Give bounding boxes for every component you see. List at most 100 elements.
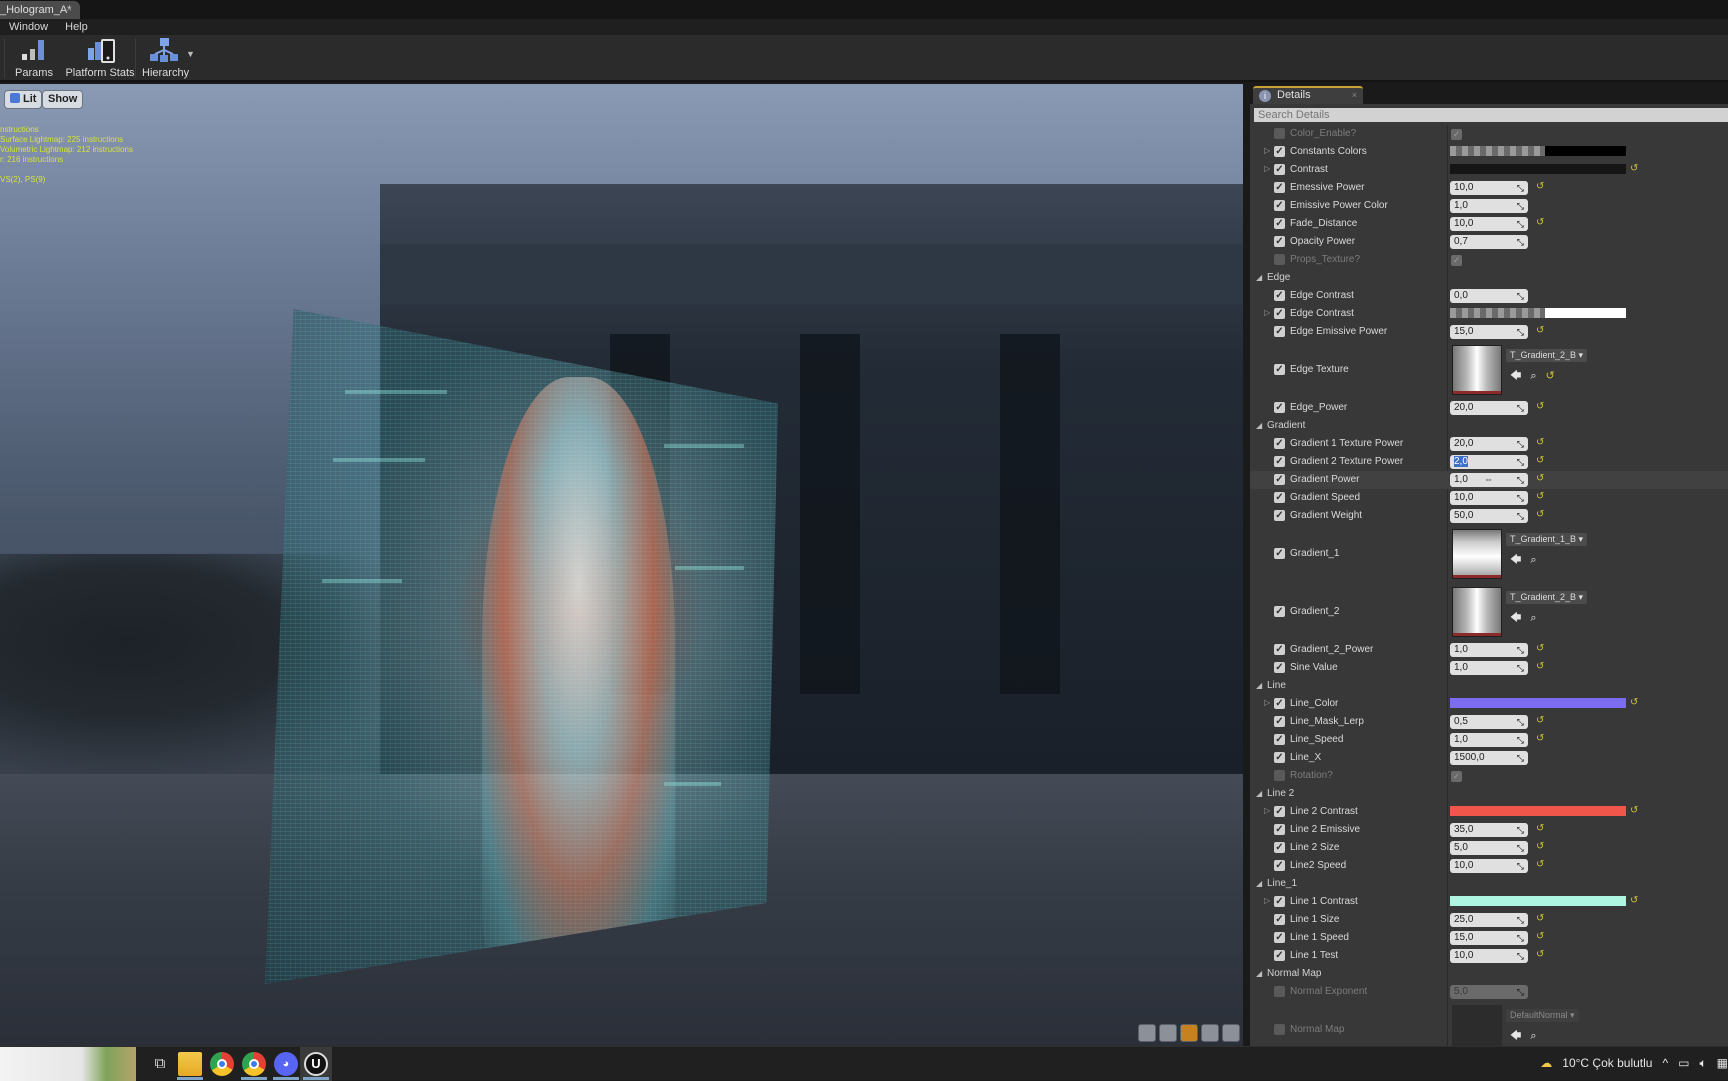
color-swatch[interactable] <box>1450 698 1626 708</box>
number-input[interactable]: 1,0 ⤡ <box>1450 733 1528 747</box>
preview-cube-icon[interactable] <box>1138 1024 1156 1042</box>
preview-plane-icon[interactable] <box>1180 1024 1198 1042</box>
use-selected-arrow-icon[interactable]: 🡄 <box>1510 612 1521 624</box>
expand-arrow-icon[interactable]: ▷ <box>1264 806 1270 815</box>
reset-to-default-icon[interactable]: ↺ <box>1536 733 1544 744</box>
reset-to-default-icon[interactable]: ↺ <box>1536 949 1544 960</box>
value-checkbox[interactable]: ✓ <box>1451 129 1462 140</box>
hierarchy-button[interactable]: Hierarchy <box>142 35 189 82</box>
reset-to-default-icon[interactable]: ↺ <box>1630 163 1638 174</box>
number-input[interactable]: 10,0 ⤡ <box>1450 859 1528 873</box>
file-explorer-icon[interactable] <box>178 1052 202 1076</box>
number-input[interactable]: 10,0 ⤡ <box>1450 181 1528 195</box>
number-input[interactable]: 1,0 ⇔ ⤡ <box>1450 473 1528 487</box>
override-checkbox[interactable]: ✓ <box>1274 644 1285 655</box>
reset-to-default-icon[interactable]: ↺ <box>1536 401 1544 412</box>
preview-box-icon[interactable] <box>1201 1024 1219 1042</box>
task-view-icon[interactable]: ⧉ <box>148 1052 172 1076</box>
number-input[interactable]: 10,0 ⤡ <box>1450 949 1528 963</box>
reset-to-default-icon[interactable]: ↺ <box>1630 895 1638 906</box>
number-input[interactable]: 1,0 ⤡ <box>1450 643 1528 657</box>
spin-drag-icon[interactable]: ⤡ <box>1517 510 1524 522</box>
preview-cylinder-icon[interactable] <box>1222 1024 1240 1042</box>
override-checkbox[interactable]: ✓ <box>1274 950 1285 961</box>
override-checkbox[interactable]: ✓ <box>1274 824 1285 835</box>
spin-drag-icon[interactable]: ⤡ <box>1517 492 1524 504</box>
lit-view-button[interactable]: Lit <box>4 90 43 109</box>
number-input[interactable]: 15,0 ⤡ <box>1450 325 1528 339</box>
chrome-icon[interactable] <box>242 1052 266 1076</box>
asset-picker-dropdown[interactable]: T_Gradient_2_B ▾ <box>1506 349 1588 362</box>
use-selected-arrow-icon[interactable]: 🡄 <box>1510 1030 1521 1042</box>
spin-drag-icon[interactable]: ⤡ <box>1517 950 1524 962</box>
reset-to-default-icon[interactable]: ↺ <box>1536 509 1544 520</box>
override-checkbox[interactable]: ✓ <box>1274 236 1285 247</box>
override-checkbox[interactable]: ✓ <box>1274 146 1285 157</box>
browse-search-icon[interactable]: ⌕ <box>1530 554 1536 566</box>
number-input[interactable]: 10,0 ⤡ <box>1450 217 1528 231</box>
override-checkbox[interactable]: ✓ <box>1274 842 1285 853</box>
category-line[interactable]: ◢ Line <box>1250 677 1728 695</box>
category-line-2[interactable]: ◢ Line 2 <box>1250 785 1728 803</box>
override-checkbox[interactable]: ✓ <box>1274 218 1285 229</box>
category-edge[interactable]: ◢ Edge <box>1250 269 1728 287</box>
spin-drag-icon[interactable]: ⤡ <box>1517 456 1524 468</box>
override-checkbox[interactable]: ✓ <box>1274 752 1285 763</box>
reset-to-default-icon[interactable]: ↺ <box>1546 370 1555 382</box>
chrome-icon[interactable] <box>210 1052 234 1076</box>
reset-to-default-icon[interactable]: ↺ <box>1536 913 1544 924</box>
reset-to-default-icon[interactable]: ↺ <box>1536 437 1544 448</box>
preview-sphere-icon[interactable] <box>1159 1024 1177 1042</box>
reset-to-default-icon[interactable]: ↺ <box>1536 325 1544 336</box>
color-swatch[interactable] <box>1450 806 1626 816</box>
battery-icon[interactable]: ▭ <box>1678 1056 1689 1070</box>
number-input[interactable]: 20,0 ⤡ <box>1450 437 1528 451</box>
search-details-input[interactable] <box>1254 108 1728 122</box>
volume-icon[interactable]: 🔈︎ <box>1699 1056 1706 1070</box>
override-checkbox[interactable]: ✓ <box>1274 438 1285 449</box>
number-input[interactable]: 50,0 ⤡ <box>1450 509 1528 523</box>
spin-drag-icon[interactable]: ⤡ <box>1517 182 1524 194</box>
spin-drag-icon[interactable]: ⤡ <box>1517 824 1524 836</box>
expand-arrow-icon[interactable]: ▷ <box>1264 698 1270 707</box>
show-button[interactable]: Show <box>42 90 84 109</box>
override-checkbox[interactable]: ✓ <box>1274 474 1285 485</box>
reset-to-default-icon[interactable]: ↺ <box>1536 473 1544 484</box>
reset-to-default-icon[interactable]: ↺ <box>1536 181 1544 192</box>
category-normal-map[interactable]: ◢ Normal Map <box>1250 965 1728 983</box>
texture-thumbnail[interactable] <box>1452 587 1502 637</box>
override-checkbox[interactable]: ✓ <box>1274 326 1285 337</box>
number-input[interactable]: 1,0 ⤡ <box>1450 661 1528 675</box>
platform-stats-button[interactable]: Platform Stats <box>60 35 140 82</box>
reset-to-default-icon[interactable]: ↺ <box>1536 859 1544 870</box>
spin-drag-icon[interactable]: ⤡ <box>1517 662 1524 674</box>
spin-drag-icon[interactable]: ⤡ <box>1517 914 1524 926</box>
tray-overflow-icon[interactable]: ^ <box>1662 1056 1668 1070</box>
category-gradient[interactable]: ◢ Gradient <box>1250 417 1728 435</box>
texture-thumbnail[interactable] <box>1452 529 1502 579</box>
asset-picker-dropdown[interactable]: T_Gradient_1_B ▾ <box>1506 533 1588 546</box>
use-selected-arrow-icon[interactable]: 🡄 <box>1510 554 1521 566</box>
browse-search-icon[interactable]: ⌕ <box>1530 1030 1536 1042</box>
params-button[interactable]: Params <box>12 35 56 82</box>
reset-to-default-icon[interactable]: ↺ <box>1630 805 1638 816</box>
number-input[interactable]: 35,0 ⤡ <box>1450 823 1528 837</box>
number-input[interactable]: 0,0 ⤡ <box>1450 289 1528 303</box>
override-checkbox[interactable]: ✓ <box>1274 402 1285 413</box>
number-input[interactable]: 5,0 ⤡ <box>1450 985 1528 999</box>
override-checkbox[interactable]: ✓ <box>1274 734 1285 745</box>
override-checkbox[interactable]: ✓ <box>1274 662 1285 673</box>
number-input[interactable]: 1,0 ⤡ <box>1450 199 1528 213</box>
use-selected-arrow-icon[interactable]: 🡄 <box>1510 370 1521 382</box>
asset-picker-dropdown[interactable]: T_Gradient_2_B ▾ <box>1506 591 1588 604</box>
reset-to-default-icon[interactable]: ↺ <box>1536 931 1544 942</box>
override-checkbox[interactable]: ✓ <box>1274 932 1285 943</box>
override-checkbox[interactable]: ✓ <box>1274 164 1285 175</box>
panel-splitter[interactable] <box>1243 84 1250 1046</box>
reset-to-default-icon[interactable]: ↺ <box>1630 697 1638 708</box>
override-checkbox[interactable] <box>1274 986 1285 997</box>
asset-picker-dropdown[interactable]: DefaultNormal ▾ <box>1506 1009 1579 1022</box>
color-swatch[interactable] <box>1450 308 1626 318</box>
expand-arrow-icon[interactable]: ▷ <box>1264 896 1270 905</box>
spin-drag-icon[interactable]: ⤡ <box>1517 860 1524 872</box>
